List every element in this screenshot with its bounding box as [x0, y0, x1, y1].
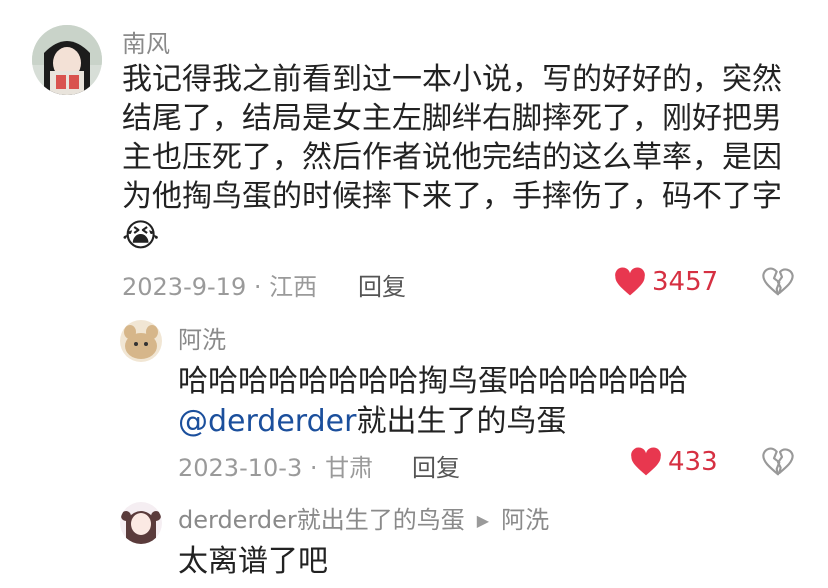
comment-text: 哈哈哈哈哈哈哈哈掏鸟蛋哈哈哈哈哈哈 @derderder就出生了的鸟蛋 — [178, 362, 688, 442]
reply-arrow-icon: ▶ — [476, 511, 490, 530]
comment-meta: 2023-9-19 · 江西 — [122, 273, 318, 301]
comment-line: 我记得我之前看到过一本小说，写的好好的，突然 — [122, 62, 782, 97]
comment-line: 结尾了，结局是女主左脚绊右脚摔死了，刚好把男 — [122, 101, 782, 136]
reply-button[interactable]: 回复 — [358, 267, 406, 302]
dislike-button[interactable] — [762, 446, 794, 480]
like-button[interactable]: 433 — [630, 447, 718, 477]
avatar[interactable] — [120, 502, 162, 544]
comment-text: 太离谱了吧 — [178, 544, 328, 579]
comment-line-rest: 就出生了的鸟蛋 — [356, 404, 567, 439]
crying-emoji: 😭 — [122, 216, 160, 254]
reply-to-author[interactable]: 阿洗 — [501, 506, 549, 534]
like-button[interactable]: 3457 — [614, 267, 718, 297]
comment-line: 为他掏鸟蛋的时候摔下来了，手摔伤了，码不了字 — [122, 179, 782, 214]
comment-author-line: derderder就出生了的鸟蛋 ▶ 阿洗 — [178, 506, 549, 535]
dislike-button[interactable] — [762, 266, 794, 300]
avatar[interactable] — [120, 320, 162, 362]
heart-icon — [615, 267, 645, 296]
comment-text: 我记得我之前看到过一本小说，写的好好的，突然 结尾了，结局是女主左脚绊右脚摔死了… — [122, 60, 782, 255]
avatar[interactable] — [32, 25, 102, 95]
comment-author[interactable]: 阿洗 — [178, 326, 226, 354]
comment-author[interactable]: 南风 — [122, 30, 170, 58]
heart-icon — [631, 447, 661, 476]
reply-button[interactable]: 回复 — [412, 448, 460, 483]
comment-line: @derderder就出生了的鸟蛋 — [178, 402, 688, 442]
comment-line: 哈哈哈哈哈哈哈哈掏鸟蛋哈哈哈哈哈哈 — [178, 364, 688, 399]
comment-line: 主也压死了，然后作者说他完结的这么草率，是因 — [122, 140, 782, 175]
broken-heart-icon — [762, 447, 794, 476]
like-count: 3457 — [652, 267, 719, 297]
comment-author[interactable]: derderder就出生了的鸟蛋 — [178, 506, 465, 534]
comment-meta: 2023-10-3 · 甘肃 — [178, 454, 374, 482]
like-count: 433 — [668, 447, 718, 477]
broken-heart-icon — [762, 267, 794, 296]
mention-link[interactable]: @derderder — [178, 404, 356, 439]
